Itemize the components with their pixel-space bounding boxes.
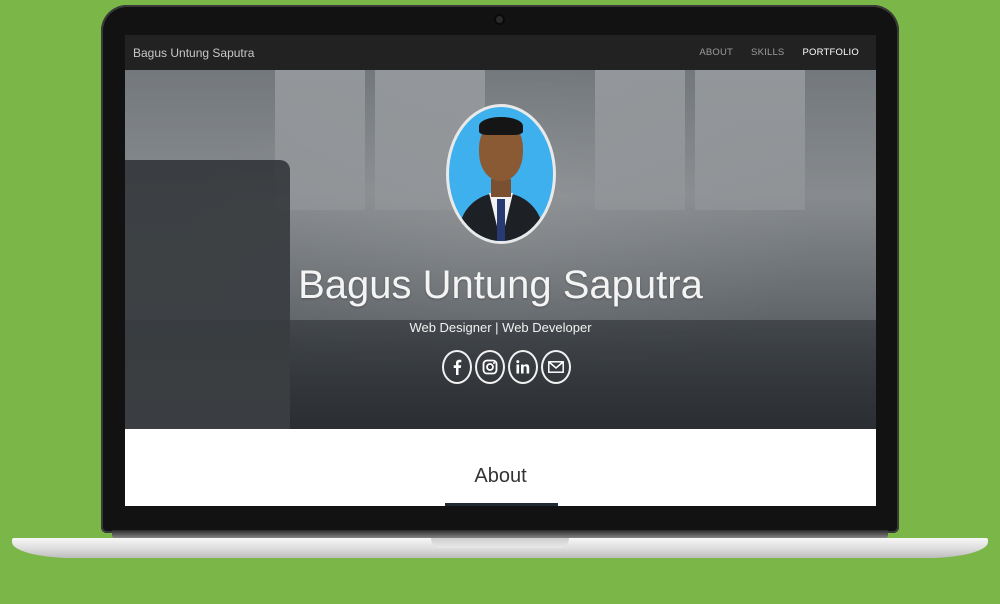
profile-photo — [446, 104, 556, 244]
email-icon[interactable] — [541, 350, 571, 384]
nav-links: ABOUT SKILLS PORTFOLIO — [690, 47, 868, 58]
photo-tie — [497, 199, 505, 241]
about-section: About — [125, 429, 876, 506]
photo-neck — [491, 179, 511, 197]
nav-link-portfolio[interactable]: PORTFOLIO — [793, 47, 868, 58]
hero-role: Web Designer | Web Developer — [409, 320, 592, 335]
nav-link-about[interactable]: ABOUT — [690, 47, 742, 58]
about-divider — [445, 503, 558, 506]
linkedin-icon[interactable] — [508, 350, 538, 384]
nav-link-skills[interactable]: SKILLS — [742, 47, 793, 58]
laptop-notch — [431, 538, 569, 548]
laptop-screen: Bagus Untung Saputra ABOUT SKILLS PORTFO… — [125, 35, 876, 506]
facebook-icon[interactable] — [442, 350, 472, 384]
about-title: About — [474, 465, 527, 487]
social-links — [125, 350, 876, 384]
hero-section: Bagus Untung Saputra Web Designer | Web … — [125, 70, 876, 429]
hero-name: Bagus Untung Saputra — [298, 263, 703, 307]
webcam — [496, 16, 503, 23]
photo-hair — [479, 117, 523, 135]
navbar: Bagus Untung Saputra ABOUT SKILLS PORTFO… — [125, 35, 876, 70]
instagram-icon[interactable] — [475, 350, 505, 384]
navbar-brand[interactable]: Bagus Untung Saputra — [133, 46, 254, 60]
